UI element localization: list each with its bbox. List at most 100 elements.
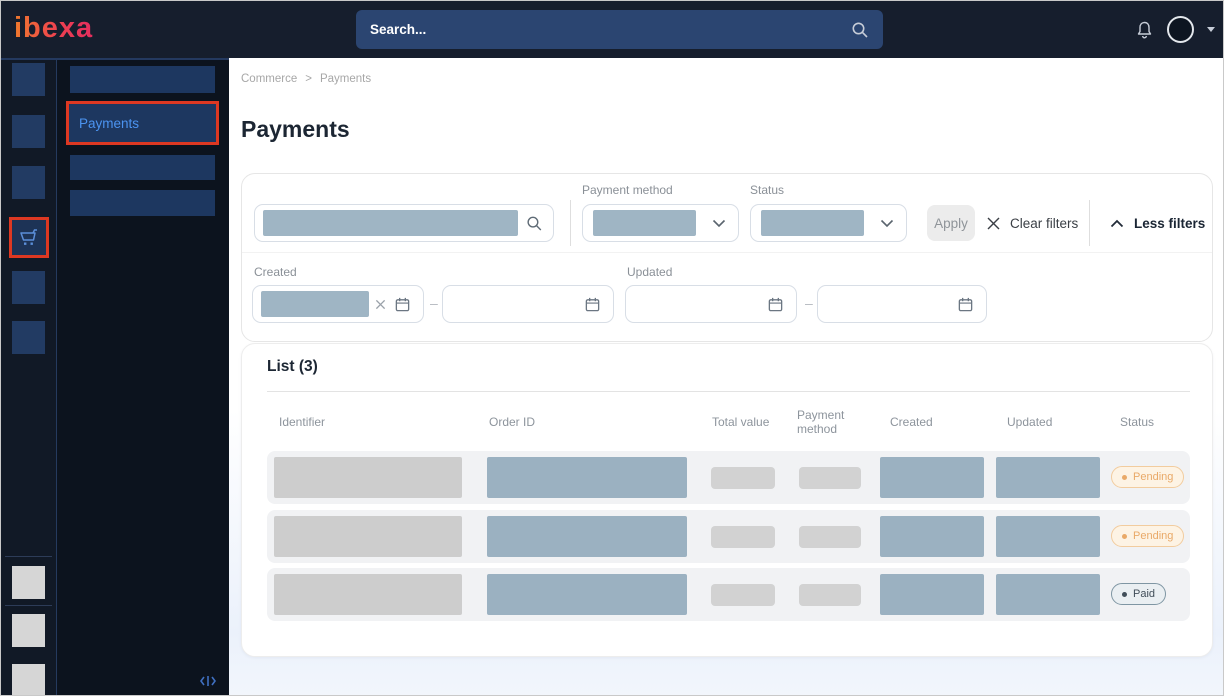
global-search-input[interactable]: Search... (356, 10, 883, 49)
breadcrumb: Commerce > Payments (241, 73, 371, 85)
cart-icon (18, 227, 40, 249)
table-row-1[interactable]: Pending (267, 451, 1190, 504)
filter-search-input[interactable] (254, 204, 554, 242)
updated-label: Updated (627, 265, 672, 279)
updated-from-date-input[interactable] (625, 285, 797, 323)
payments-list-panel: List (3) Identifier Order ID Total value… (241, 343, 1213, 657)
payment-method-label: Payment method (582, 183, 673, 197)
breadcrumb-separator: > (305, 73, 312, 85)
app-window: ibexa Search... (0, 0, 1224, 696)
filter-search-value-placeholder (263, 210, 518, 236)
chevron-down-icon (712, 219, 726, 228)
filters-vertical-divider-1 (570, 200, 571, 246)
sidebar-resize-handle-icon[interactable] (199, 674, 217, 693)
sidebar-icon-placeholder-5[interactable] (12, 321, 45, 354)
calendar-icon[interactable] (767, 296, 784, 313)
rail-divider-top (5, 556, 52, 557)
created-placeholder (880, 574, 984, 615)
search-icon (851, 21, 869, 39)
payment-method-placeholder (799, 467, 861, 489)
calendar-icon[interactable] (394, 296, 411, 313)
user-menu-caret-icon[interactable] (1207, 27, 1215, 32)
top-bar: ibexa Search... (1, 1, 1224, 58)
filters-vertical-divider-2 (1089, 200, 1090, 246)
submenu-item-placeholder-3[interactable] (70, 190, 215, 216)
user-avatar[interactable] (1167, 16, 1194, 43)
sidebar-icon-placeholder-6[interactable] (12, 566, 45, 599)
column-header-updated: Updated (1007, 415, 1052, 429)
ibexa-logo: ibexa (14, 12, 93, 45)
less-filters-label: Less filters (1134, 216, 1205, 231)
updated-to-date-input[interactable] (817, 285, 987, 323)
updated-placeholder (996, 574, 1100, 615)
total-value-placeholder (711, 584, 775, 606)
updated-range-dash: – (805, 295, 813, 311)
apply-button[interactable]: Apply (927, 205, 975, 241)
created-from-value-placeholder (261, 291, 369, 317)
close-icon (986, 216, 1001, 231)
order-id-placeholder (487, 457, 687, 498)
chevron-up-icon (1110, 219, 1124, 228)
identifier-placeholder (274, 516, 462, 557)
created-label: Created (254, 265, 297, 279)
global-search-placeholder: Search... (370, 22, 851, 37)
chevron-down-icon (880, 219, 894, 228)
created-from-date-input[interactable] (252, 285, 424, 323)
calendar-icon[interactable] (957, 296, 974, 313)
created-placeholder (880, 516, 984, 557)
status-badge: Paid (1111, 583, 1166, 605)
payment-method-select[interactable] (582, 204, 739, 242)
page-title: Payments (241, 116, 350, 143)
filters-row-divider (242, 252, 1212, 253)
list-title-divider (267, 391, 1190, 392)
main-content: Commerce > Payments Payments Payment met… (229, 58, 1224, 696)
sidebar-icon-placeholder-4[interactable] (12, 271, 45, 304)
total-value-placeholder (711, 526, 775, 548)
less-filters-button[interactable]: Less filters (1110, 205, 1205, 241)
table-row-3[interactable]: Paid (267, 568, 1190, 621)
status-badge-label: Pending (1133, 471, 1173, 483)
list-title: List (3) (267, 358, 318, 376)
sidebar-icon-placeholder-3[interactable] (12, 166, 45, 199)
submenu-item-placeholder-2[interactable] (70, 155, 215, 180)
calendar-icon[interactable] (584, 296, 601, 313)
filters-panel: Payment method Status Apply (241, 173, 1213, 342)
clear-filters-button[interactable]: Clear filters (986, 205, 1078, 241)
status-select[interactable] (750, 204, 907, 242)
sidebar-icon-placeholder-2[interactable] (12, 115, 45, 148)
sidebar-icon-placeholder-1[interactable] (12, 63, 45, 96)
status-badge: Pending (1111, 525, 1184, 547)
rail-divider-bottom (5, 605, 52, 606)
app-shell: Payments Commerce > Payments Payments (1, 58, 1224, 696)
column-header-total-value: Total value (712, 415, 769, 429)
column-header-identifier: Identifier (279, 415, 325, 429)
updated-placeholder (996, 516, 1100, 557)
submenu-item-placeholder-1[interactable] (70, 66, 215, 93)
column-header-payment-method: Payment method (797, 408, 853, 436)
breadcrumb-payments[interactable]: Payments (320, 73, 371, 85)
status-badge-label: Paid (1133, 588, 1155, 600)
clear-date-icon[interactable] (375, 299, 386, 310)
notifications-bell-icon[interactable] (1135, 20, 1154, 40)
created-to-date-input[interactable] (442, 285, 614, 323)
table-row-2[interactable]: Pending (267, 510, 1190, 563)
status-dot-icon (1122, 475, 1127, 480)
sidebar-item-payments-label: Payments (79, 116, 139, 131)
sidebar-icon-placeholder-8[interactable] (12, 664, 45, 696)
search-icon (526, 215, 543, 232)
sidebar-icon-placeholder-7[interactable] (12, 614, 45, 647)
status-badge-label: Pending (1133, 530, 1173, 542)
payment-method-placeholder (799, 526, 861, 548)
column-header-created: Created (890, 415, 933, 429)
breadcrumb-commerce[interactable]: Commerce (241, 73, 297, 85)
identifier-placeholder (274, 457, 462, 498)
sidebar-item-payments[interactable]: Payments (66, 101, 219, 145)
total-value-placeholder (711, 467, 775, 489)
payment-method-value-placeholder (593, 210, 696, 236)
status-dot-icon (1122, 534, 1127, 539)
column-header-order-id: Order ID (489, 415, 535, 429)
identifier-placeholder (274, 574, 462, 615)
sidebar-icon-commerce-cart[interactable] (9, 217, 49, 258)
order-id-placeholder (487, 516, 687, 557)
status-badge: Pending (1111, 466, 1184, 488)
